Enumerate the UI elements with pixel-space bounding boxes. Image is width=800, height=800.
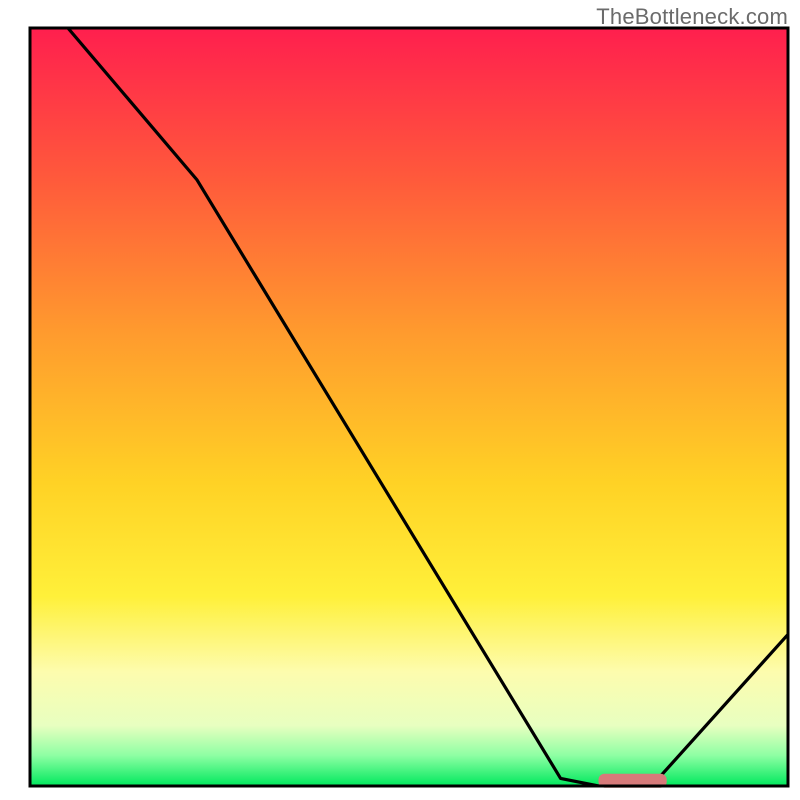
heatmap-gradient-background <box>30 28 788 786</box>
bottleneck-chart-svg <box>0 0 800 800</box>
watermark-text: TheBottleneck.com <box>596 4 788 30</box>
chart-container: TheBottleneck.com <box>0 0 800 800</box>
